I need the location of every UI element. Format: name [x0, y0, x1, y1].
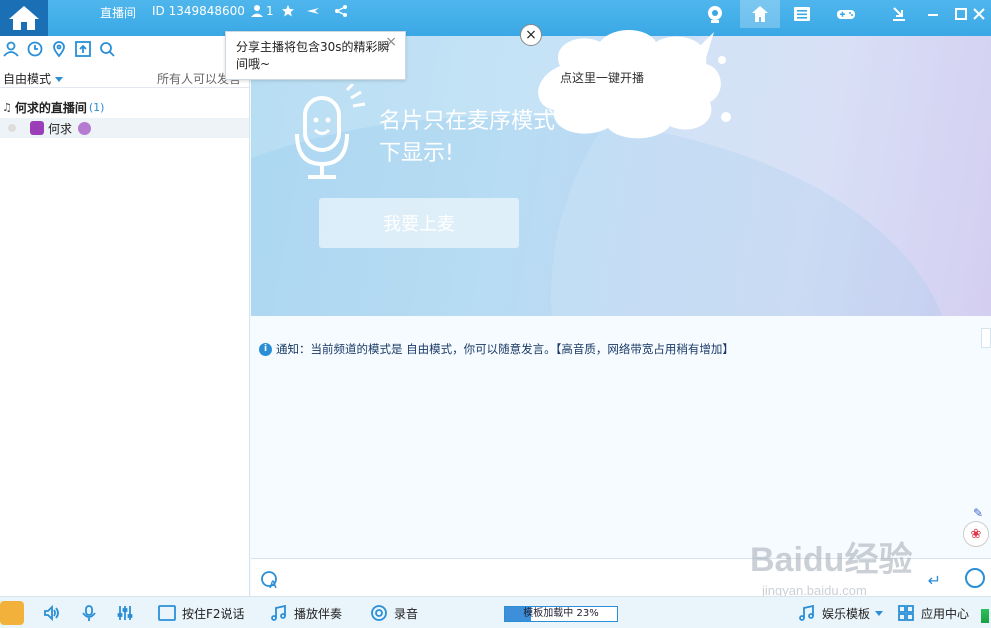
- mode-label: 自由模式: [3, 72, 52, 86]
- clock-person-icon: [27, 41, 43, 56]
- chat-bubble-icon[interactable]: [965, 568, 985, 588]
- send-enter-icon[interactable]: ↵: [928, 571, 941, 590]
- pin-icon: [53, 40, 65, 57]
- share-icon: [335, 5, 347, 17]
- app-center-button[interactable]: 应用中心: [897, 603, 969, 623]
- baidu-watermark: Baidu经验: [750, 541, 913, 579]
- record-button[interactable]: 录音: [370, 603, 418, 623]
- flower-gift-icon[interactable]: ❀: [963, 521, 989, 547]
- close-icon: [973, 8, 985, 20]
- member-name: 何求: [48, 121, 73, 136]
- grid-icon: [898, 605, 914, 621]
- download-button[interactable]: [879, 0, 919, 28]
- tab-home[interactable]: [740, 0, 780, 28]
- fly-button[interactable]: [306, 3, 320, 19]
- close-icon[interactable]: ×: [520, 24, 542, 46]
- accompany-button[interactable]: 播放伴奏: [270, 603, 342, 623]
- mode-select[interactable]: 自由模式: [3, 70, 64, 87]
- caret-down-icon: [875, 610, 884, 616]
- share-tooltip-text: 分享主播将包含30s的精彩瞬间哦~: [236, 40, 390, 71]
- close-icon[interactable]: ×: [385, 34, 397, 51]
- home-logo[interactable]: [0, 0, 48, 36]
- template-label: 娱乐模板: [822, 606, 871, 621]
- member-row[interactable]: 何求: [0, 118, 249, 138]
- mode-row: 自由模式 所有人可以发言: [0, 64, 249, 88]
- info-icon: i: [259, 342, 272, 356]
- person-icon: [3, 41, 19, 57]
- upload-icon: [75, 40, 91, 57]
- webcam-icon: [708, 6, 722, 23]
- upload-button[interactable]: [74, 40, 92, 61]
- bottom-toolbar: 按住F2说话 播放伴奏 录音 模板加载中 23% 娱乐模板 应用中心: [0, 596, 991, 628]
- start-broadcast-text: 点这里一键开播: [560, 71, 645, 85]
- equalizer-icon: [117, 606, 133, 620]
- download-icon: [893, 7, 905, 21]
- mic-badge-icon: [78, 121, 92, 135]
- signal-icon: [981, 609, 989, 623]
- minimize-icon: [928, 14, 938, 16]
- microphone-illustration-icon: [295, 84, 366, 179]
- mic-button[interactable]: [80, 603, 104, 623]
- cloud-bubble: [538, 30, 731, 139]
- system-notice: i 通知：当前频道的模式是 自由模式，你可以随意发言。【高音质，网络带宽占用稍有…: [259, 341, 734, 357]
- text-format-icon[interactable]: A: [259, 569, 279, 589]
- music-note-icon: [271, 604, 286, 621]
- user-icon: [251, 5, 263, 17]
- room-name: 直播间: [100, 6, 137, 20]
- close-button[interactable]: [966, 0, 991, 28]
- channel-item[interactable]: ♫ 何求的直播间 (1): [0, 96, 249, 118]
- tab-games[interactable]: [826, 0, 866, 28]
- svg-text:A: A: [269, 579, 277, 589]
- share-button[interactable]: [334, 3, 348, 19]
- gamepad-icon: [837, 10, 855, 19]
- template-loading-progress: 模板加载中 23%: [504, 606, 618, 622]
- go-on-mic-button[interactable]: 我要上麦: [319, 198, 519, 248]
- members-button[interactable]: [2, 40, 20, 61]
- music-note-icon: ♫: [2, 100, 12, 114]
- caret-down-icon: [55, 77, 64, 82]
- notice-text: 通知：当前频道的模式是 自由模式，你可以随意发言。【高音质，网络带宽占用稍有增加…: [276, 342, 734, 356]
- pin-icon[interactable]: ✎: [973, 506, 987, 520]
- owner-badge-icon: [30, 121, 44, 135]
- location-button[interactable]: [50, 40, 68, 61]
- microphone-icon: [82, 605, 96, 621]
- star-icon: [282, 5, 294, 17]
- channel-name: 何求的直播间: [14, 100, 87, 115]
- music-note-icon: [799, 604, 814, 621]
- collapse-side-tab[interactable]: [981, 328, 991, 348]
- list-icon: [794, 7, 810, 21]
- start-broadcast-tooltip[interactable]: 点这里一键开播 ×: [520, 24, 736, 148]
- history-button[interactable]: [26, 40, 44, 61]
- room-id: ID 1349848600: [152, 4, 245, 18]
- favorite-button[interactable]: [281, 3, 295, 19]
- chat-area: i 通知：当前频道的模式是 自由模式，你可以随意发言。【高音质，网络带宽占用稍有…: [251, 316, 991, 558]
- record-icon: [371, 605, 387, 621]
- title-bar: 直播间 ID 1349848600 1: [0, 0, 991, 36]
- speaker-button[interactable]: [42, 603, 66, 623]
- home-icon: [752, 6, 768, 22]
- user-count: 1: [250, 3, 274, 19]
- f2-key-icon: [158, 605, 176, 621]
- user-count-value: 1: [266, 4, 274, 18]
- status-dot-icon: [8, 124, 16, 132]
- search-button[interactable]: [98, 40, 116, 61]
- push-to-talk-label: 按住F2说话: [182, 606, 245, 621]
- push-to-talk-button[interactable]: 按住F2说话: [158, 603, 245, 623]
- channel-panel: 自由模式 所有人可以发言 ♫ 何求的直播间 (1) 何求: [0, 36, 250, 596]
- channel-count: (1): [88, 100, 105, 114]
- search-icon: [100, 41, 115, 57]
- avatar[interactable]: [0, 601, 24, 625]
- share-tooltip: 分享主播将包含30s的精彩瞬间哦~ ×: [225, 31, 406, 80]
- speaker-icon: [44, 604, 59, 622]
- house-icon: [9, 6, 39, 30]
- plane-icon: [307, 8, 319, 14]
- progress-label: 模板加载中 23%: [523, 608, 599, 619]
- record-label: 录音: [394, 606, 419, 621]
- equalizer-button[interactable]: [116, 603, 140, 623]
- app-center-label: 应用中心: [921, 606, 970, 621]
- tab-list[interactable]: [782, 0, 822, 28]
- template-select[interactable]: 娱乐模板: [798, 603, 884, 623]
- channel-toolbar: [0, 36, 249, 64]
- accompany-label: 播放伴奏: [294, 606, 343, 621]
